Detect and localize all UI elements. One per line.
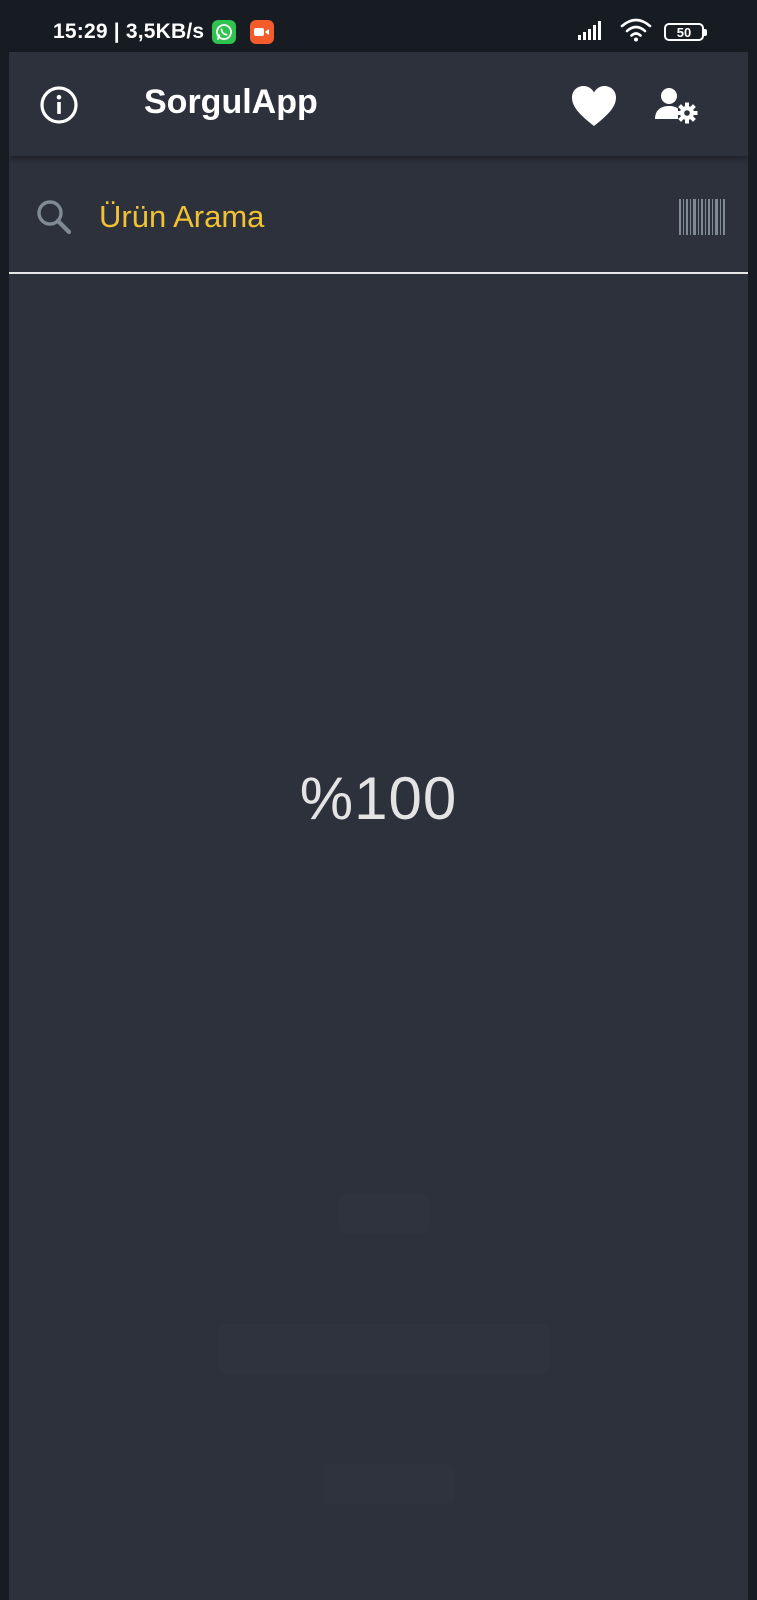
status-right: 50 bbox=[578, 18, 707, 47]
wifi-icon bbox=[620, 18, 652, 47]
faint-overlay bbox=[324, 1464, 454, 1504]
barcode-scan-button[interactable] bbox=[679, 199, 727, 235]
main-content: %100 bbox=[9, 274, 748, 1600]
network-speed: | 3,5KB/s bbox=[113, 20, 205, 43]
screen-recorder-icon bbox=[250, 20, 275, 44]
product-search-input[interactable] bbox=[97, 186, 641, 248]
barcode-icon bbox=[679, 199, 725, 235]
info-icon bbox=[40, 86, 78, 124]
status-time: 15:29 bbox=[53, 20, 108, 43]
info-button[interactable] bbox=[39, 85, 79, 125]
app-bar: SorgulApp bbox=[9, 52, 748, 156]
loading-progress-text: %100 bbox=[299, 765, 458, 832]
status-bar: 15:29 | 3,5KB/s 50 bbox=[0, 0, 757, 52]
app-title: SorgulApp bbox=[144, 83, 318, 121]
app-screen: 15:29 | 3,5KB/s 50 SorgulApp Ürün Arama … bbox=[0, 0, 757, 1600]
faint-overlay bbox=[339, 1194, 429, 1234]
screen-frame-left bbox=[0, 52, 9, 1600]
favorites-button[interactable] bbox=[570, 84, 618, 128]
search-icon bbox=[37, 200, 72, 235]
battery-level: 50 bbox=[676, 24, 692, 40]
screen-frame-right bbox=[748, 52, 757, 1600]
battery-icon: 50 bbox=[664, 23, 707, 41]
heart-icon bbox=[572, 86, 616, 126]
faint-overlay bbox=[219, 1324, 549, 1374]
user-settings-button[interactable] bbox=[655, 87, 699, 127]
user-settings-icon bbox=[655, 88, 698, 124]
whatsapp-icon bbox=[212, 20, 237, 44]
status-left: 15:29 | 3,5KB/s bbox=[53, 19, 275, 45]
cellular-signal-icon bbox=[578, 20, 608, 45]
search-bar bbox=[9, 164, 748, 274]
